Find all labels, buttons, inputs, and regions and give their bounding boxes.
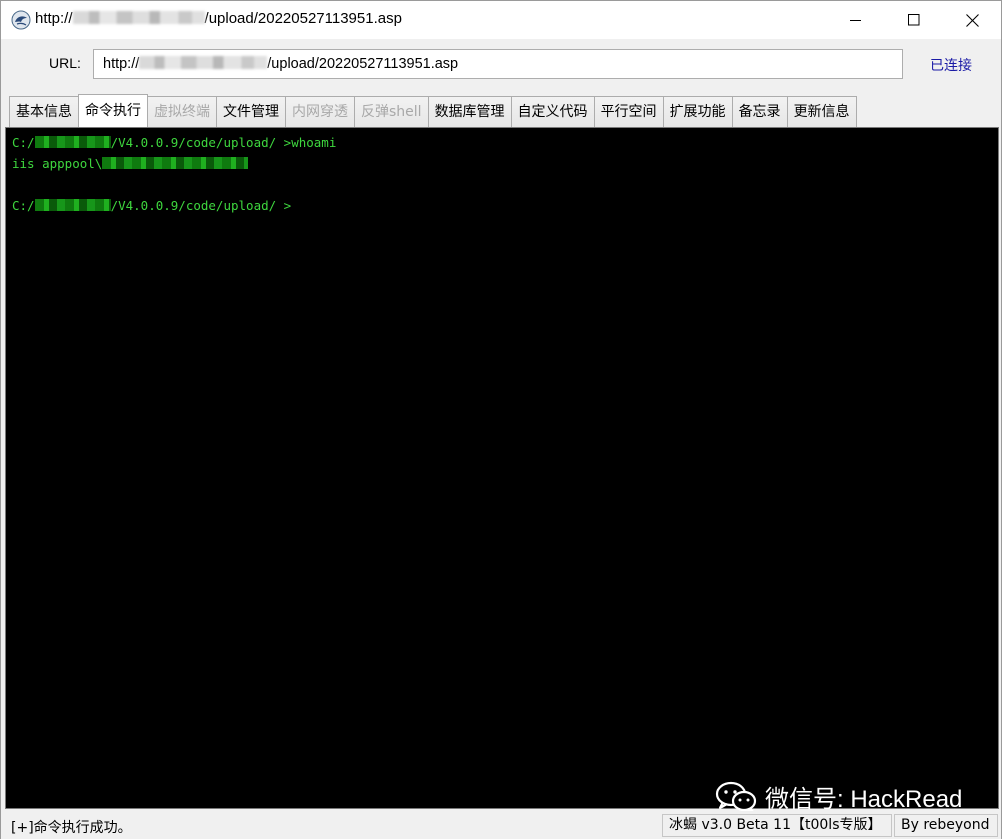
window-title: http:///upload/20220527113951.asp (35, 10, 402, 27)
redacted-path (34, 136, 111, 148)
close-icon (965, 13, 979, 27)
app-window: http:///upload/20220527113951.asp URL: h… (0, 0, 1002, 839)
maximize-button[interactable] (885, 1, 943, 39)
redacted-host (139, 56, 268, 69)
redacted-path (34, 199, 111, 211)
tab-database-manager[interactable]: 数据库管理 (427, 96, 512, 127)
status-message: [+]命令执行成功。 (11, 820, 132, 836)
wechat-icon (715, 781, 757, 813)
tab-basic-info[interactable]: 基本信息 (9, 96, 79, 127)
url-label: URL: (49, 55, 81, 71)
url-field[interactable]: http:///upload/20220527113951.asp (93, 49, 903, 79)
redacted-user (102, 157, 249, 169)
terminal-line: C://V4.0.0.9/code/upload/ >whoami (12, 135, 337, 150)
terminal-line: iis apppool\ (12, 156, 249, 171)
watermark: 微信号: HackRead (715, 779, 962, 814)
tab-parallel-space[interactable]: 平行空间 (593, 96, 664, 127)
author-label: By rebeyond (894, 814, 998, 837)
tab-update-info[interactable]: 更新信息 (786, 96, 857, 127)
title-bar[interactable]: http:///upload/20220527113951.asp (1, 1, 1001, 39)
minimize-icon (850, 20, 861, 21)
tab-command-exec[interactable]: 命令执行 (78, 94, 148, 127)
status-bar: [+]命令执行成功。 冰蝎 v3.0 Beta 11【t00ls专版】 By r… (1, 811, 1001, 839)
watermark-text: 微信号: HackRead (765, 786, 963, 813)
tab-reverse-shell[interactable]: 反弹shell (354, 96, 429, 127)
version-label: 冰蝎 v3.0 Beta 11【t00ls专版】 (662, 814, 892, 837)
connection-status: 已连接 (930, 58, 972, 74)
close-button[interactable] (943, 1, 1001, 39)
tab-extensions[interactable]: 扩展功能 (662, 96, 733, 127)
tab-file-manager[interactable]: 文件管理 (216, 96, 286, 127)
tab-memo[interactable]: 备忘录 (731, 96, 788, 127)
tab-custom-code[interactable]: 自定义代码 (510, 96, 595, 127)
minimize-button[interactable] (827, 1, 885, 39)
tab-bar: 基本信息 命令执行 虚拟终端 文件管理 内网穿透 反弹shell 数据库管理 自… (9, 94, 857, 127)
command-terminal[interactable]: C://V4.0.0.9/code/upload/ >whoami iis ap… (5, 127, 999, 809)
terminal-line: C://V4.0.0.9/code/upload/ > (12, 198, 292, 213)
tab-intranet-tunnel[interactable]: 内网穿透 (285, 96, 355, 127)
redacted-host (72, 11, 205, 24)
tab-virtual-terminal[interactable]: 虚拟终端 (147, 96, 217, 127)
app-logo-icon (11, 10, 31, 30)
maximize-icon (908, 14, 920, 26)
